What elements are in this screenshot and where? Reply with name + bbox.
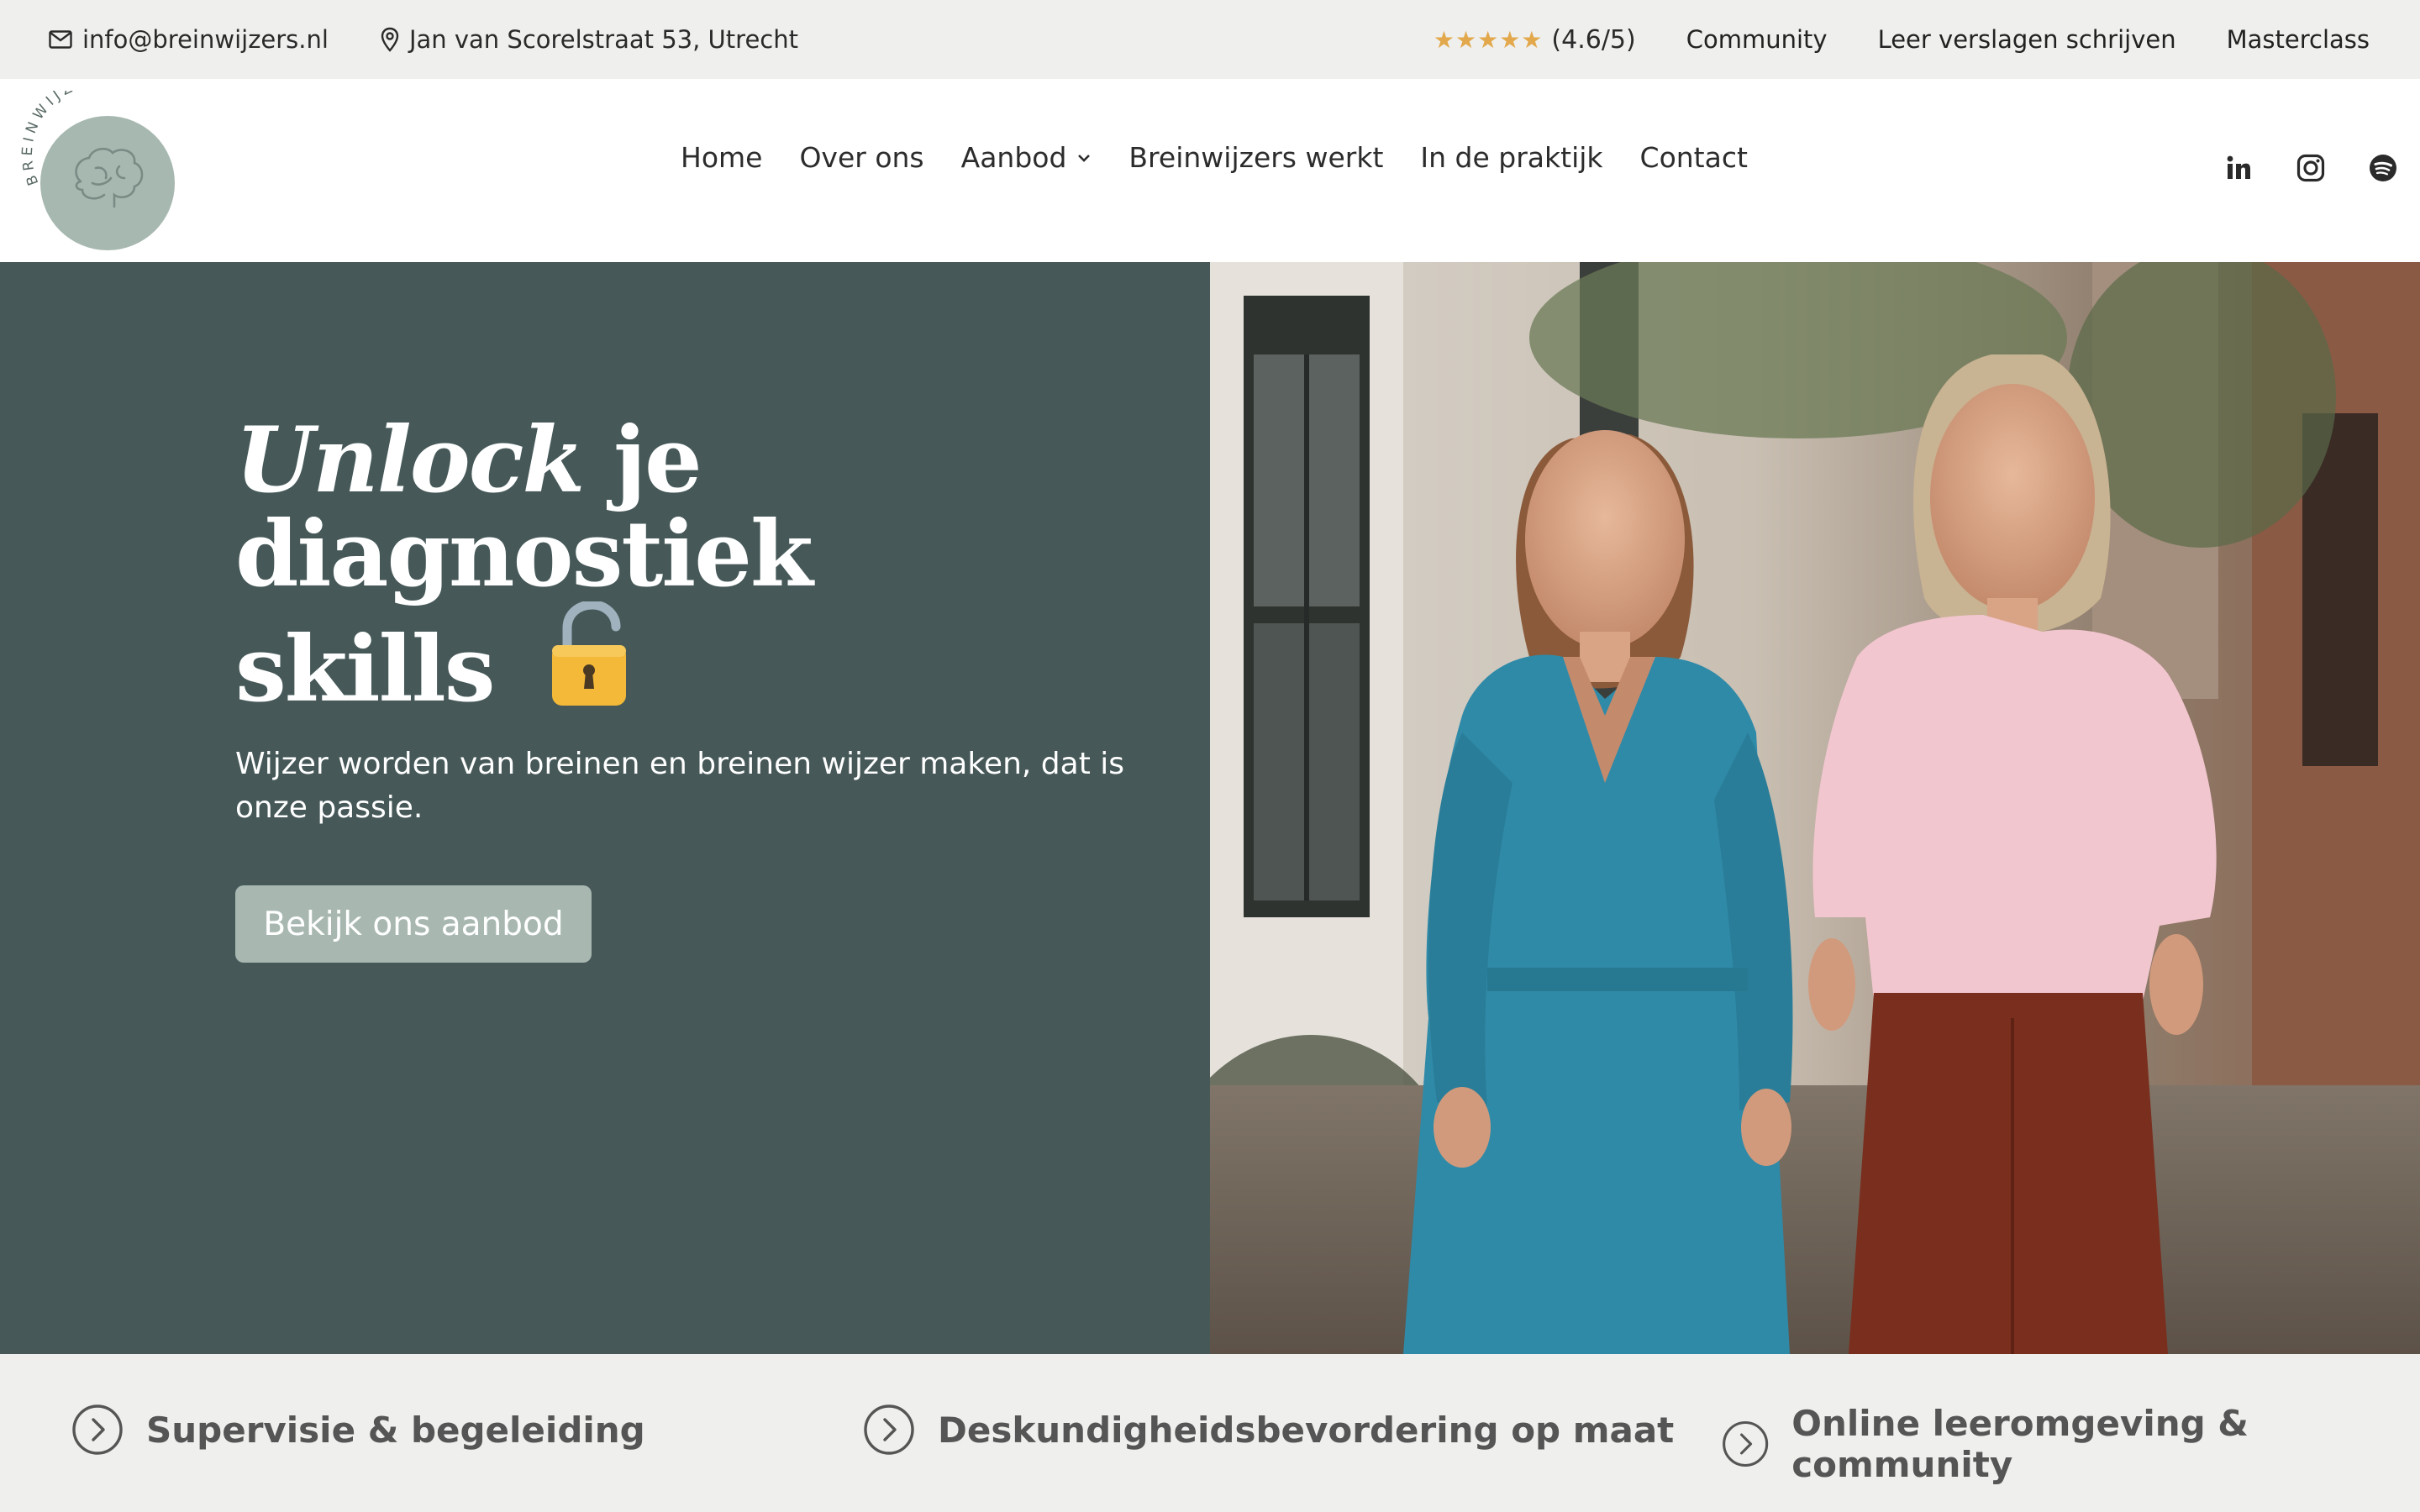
linkedin-icon[interactable] [2222,151,2255,185]
toplink-masterclass[interactable]: Masterclass [2227,25,2370,54]
hero-title-rest: je [583,407,702,513]
rating-stars: ★★★★★ [1433,25,1544,54]
feature-deskundigheid-label: Deskundigheidsbevordering op maat [938,1409,1675,1451]
hero-title: Unlock je diagnostiek skills [235,413,1160,717]
hero-photo [1210,262,2420,1354]
rating-value: (4.6/5) [1551,24,1636,55]
feature-online[interactable]: Online leeromgeving & community [1721,1403,2420,1485]
email-link[interactable]: info@breinwijzers.nl [49,25,329,54]
address-link[interactable]: Jan van Scorelstraat 53, Utrecht [381,25,798,54]
two-women-photo [1210,262,2420,1354]
chevron-circle-right-icon [72,1404,123,1455]
nav-aanbod-label: Aanbod [960,141,1067,174]
hero-panel: Unlock je diagnostiek skills Wijzer word… [0,262,1210,1354]
main-nav: Home Over ons Aanbod Breinwijzers werkt … [681,141,1748,174]
chevron-circle-right-icon [1723,1420,1769,1467]
nav-home[interactable]: Home [681,141,762,174]
unlocked-padlock-icon [552,601,627,706]
nav-contact[interactable]: Contact [1640,141,1748,174]
chevron-circle-right-icon [864,1404,914,1455]
social-links [2183,151,2400,185]
location-pin-icon [381,27,399,52]
breinwijzers-logo[interactable]: BREINWIJZERS [20,91,182,252]
hero-title-line2: diagnostiek [235,501,813,607]
nav-in-de-praktijk[interactable]: In de praktijk [1420,141,1602,174]
feature-supervisie-label: Supervisie & begeleiding [146,1409,645,1451]
rating: ★★★★★ (4.6/5) [1434,25,1636,55]
hero-subtitle: Wijzer worden van breinen en breinen wij… [235,747,1125,825]
spotify-icon[interactable] [2366,151,2400,185]
bekijk-aanbod-button[interactable]: Bekijk ons aanbod [235,885,592,963]
nav-breinwijzers-werkt[interactable]: Breinwijzers werkt [1128,141,1383,174]
chevron-down-icon [1078,154,1091,162]
toplink-verslagen[interactable]: Leer verslagen schrijven [1878,25,2176,54]
mail-icon [49,30,72,49]
address-text: Jan van Scorelstraat 53, Utrecht [408,25,798,54]
nav-over-ons[interactable]: Over ons [799,141,923,174]
feature-online-label: Online leeromgeving & community [1791,1403,2249,1485]
top-bar: info@breinwijzers.nl Jan van Scorelstraa… [0,0,2420,79]
hero-title-em: Unlock [235,407,585,513]
feature-strip: Supervisie & begeleiding Deskundigheidsb… [0,1354,2420,1512]
feature-deskundigheid[interactable]: Deskundigheidsbevordering op maat [862,1403,1674,1457]
hero-title-line3: skills [235,617,496,722]
toplink-community[interactable]: Community [1686,25,1828,54]
contact-info: info@breinwijzers.nl Jan van Scorelstraa… [49,25,850,54]
site-header: BREINWIJZERS Home Over ons Aanbod Breinw… [0,79,2420,262]
nav-aanbod[interactable]: Aanbod [961,141,1092,174]
email-text: info@breinwijzers.nl [82,25,329,54]
feature-supervisie[interactable]: Supervisie & begeleiding [71,1403,645,1457]
instagram-icon[interactable] [2294,151,2328,185]
